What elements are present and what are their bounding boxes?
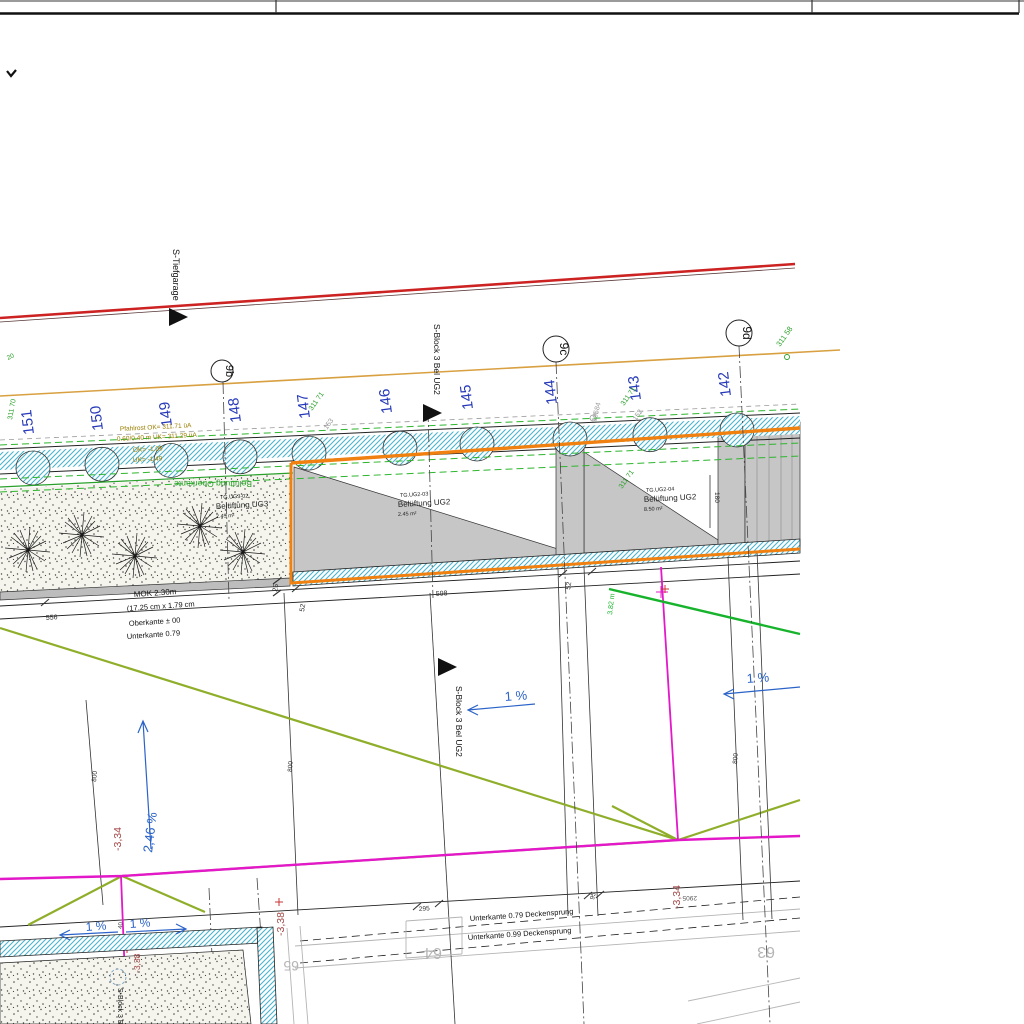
vent-a-area: 2.45 m²	[398, 511, 417, 518]
axis-number-150: 150	[87, 405, 107, 432]
planting-bed	[0, 473, 290, 600]
wall-axis-f	[757, 551, 772, 919]
room-number-65: 65	[283, 958, 299, 974]
room-number-63: 63	[757, 943, 775, 960]
wall-axis-c	[558, 569, 568, 916]
planting-bed-lower	[0, 950, 251, 1024]
wall-axis-a	[86, 700, 103, 905]
wall-axis-d	[584, 567, 598, 916]
level-point-circle	[785, 355, 790, 360]
dim-40: 40	[118, 921, 125, 929]
below-grade-line-3	[688, 978, 800, 1001]
pipe-length-label: 3.82 m	[607, 593, 617, 615]
magenta-drain-right	[661, 567, 678, 840]
slope-label-246: 2,46 %	[140, 811, 160, 853]
section-flag-1	[169, 308, 188, 326]
dim-2905: 2905	[682, 894, 697, 901]
text-labels: S-Tiefgarage S-Block 3 Bel UG2 S-Block 3…	[6, 249, 795, 1024]
axis-number-144: 144	[541, 379, 561, 406]
vent-c-area: 2.45 m²	[216, 513, 235, 520]
unterkante-label: Unterkante 0.79	[127, 628, 181, 641]
elevation-338-b: -3,38	[132, 953, 142, 973]
below-grade-line-4	[697, 1002, 800, 1024]
dim-295: 295	[419, 905, 431, 913]
dimension-ticks	[41, 568, 604, 910]
dim-25: 25	[272, 583, 280, 592]
slope-label-left-east: 1 %	[129, 916, 151, 931]
deckensprung-label-2: Unterkante 0.99 Deckensprung	[468, 926, 572, 942]
pile	[633, 418, 667, 452]
basement-wall-vertical	[257, 927, 277, 1024]
section-flag-3	[438, 658, 457, 676]
slope-label-left-west: 1 %	[85, 919, 107, 934]
wall-axis-b	[284, 593, 298, 915]
dim-52-b: 52	[565, 581, 573, 590]
axis-number-146: 146	[376, 388, 396, 415]
dim-52-a: 52	[299, 603, 307, 612]
elevation-338-a: -3,38	[275, 912, 287, 936]
basement-corner	[0, 927, 277, 1024]
deckensprung-label-1: Unterkante 0.79 Deckensprung	[470, 907, 574, 923]
slope-label-mid: 1 %	[504, 687, 528, 704]
vent-b-area: 8.50 m²	[644, 506, 663, 513]
boundary-offset-line	[0, 268, 795, 322]
axis-number-142: 142	[715, 371, 735, 398]
grid-bubble-9b-label: 9b	[223, 365, 235, 377]
room-number-64: 64	[424, 944, 442, 961]
section-flag-2	[423, 404, 442, 422]
axis-number-151: 151	[18, 409, 38, 436]
s-tiefgarage-label: S-Tiefgarage	[171, 249, 181, 301]
s-block-label-bottom: S-Block 3 Bel	[116, 988, 123, 1024]
axis-number-148: 148	[225, 397, 245, 424]
dim-598: 598	[436, 590, 448, 598]
axis-number-145: 145	[457, 384, 477, 411]
dim-800-c: 800	[732, 752, 740, 764]
s-block-label-top: S-Block 3 Bel UG2	[432, 324, 442, 395]
slope-label-right: 1 %	[746, 669, 770, 686]
belueftung-oberkante-label: Belüftung Oberkante	[174, 479, 252, 489]
mok-label: MOK 2.30m	[134, 587, 178, 599]
mok-dims-label: (17.25 cm x 1.79 cm	[127, 599, 195, 613]
green-pipe-line	[609, 589, 800, 634]
pfahlrost-note-2: 0.60/0.40 m UK= 311.29 üA	[117, 432, 198, 443]
site-plan-drawing: 9b 9c 9d S-Tiefgarage S-Block 3 Bel UG2 …	[0, 0, 1024, 1024]
grid-bubble-9c-label: 9c	[557, 343, 571, 356]
olive-ridge-lines	[0, 628, 800, 925]
dim-180: 180	[713, 492, 720, 503]
pile	[16, 451, 50, 485]
dim-800-b: 800	[287, 761, 295, 773]
s-block-label-mid: S-Block 3 Bel UG2	[454, 686, 464, 757]
boundary-lines	[0, 264, 840, 396]
pile	[553, 422, 587, 456]
dim-800-a: 800	[91, 770, 99, 782]
slope-arrow-right	[724, 687, 800, 699]
pfahlrost-note-1: Pfahlrost OK= 311.71 üA	[120, 422, 193, 433]
red-boundary-line	[0, 264, 795, 318]
pile	[460, 427, 494, 461]
pile	[223, 440, 257, 474]
slope-arrow-mid	[468, 704, 535, 715]
elevation-334-left: -3,34	[112, 827, 124, 851]
planting-bed-area	[0, 473, 290, 592]
point-number-19584: 19584	[591, 402, 603, 423]
level-20: 20	[6, 352, 16, 362]
level-31158: 311 58	[774, 325, 794, 349]
elevation-334-right: -3,34	[671, 885, 683, 909]
grid-bubble-9d-label: 9d	[740, 326, 754, 339]
pile	[85, 447, 119, 481]
cad-canvas: 9b 9c 9d S-Tiefgarage S-Block 3 Bel UG2 …	[0, 0, 1024, 1024]
wall-axis-e	[728, 557, 743, 920]
corner-check-mark	[7, 70, 16, 76]
oberkante-label: Oberkante ± 00	[129, 615, 181, 628]
title-block-strip	[0, 0, 1024, 14]
below-grade-line-2	[295, 931, 800, 968]
tan-level-line	[0, 350, 840, 396]
level-31170: 311 70	[7, 398, 18, 420]
point-number-153: 153	[323, 417, 335, 431]
dim-556: 556	[46, 614, 58, 622]
